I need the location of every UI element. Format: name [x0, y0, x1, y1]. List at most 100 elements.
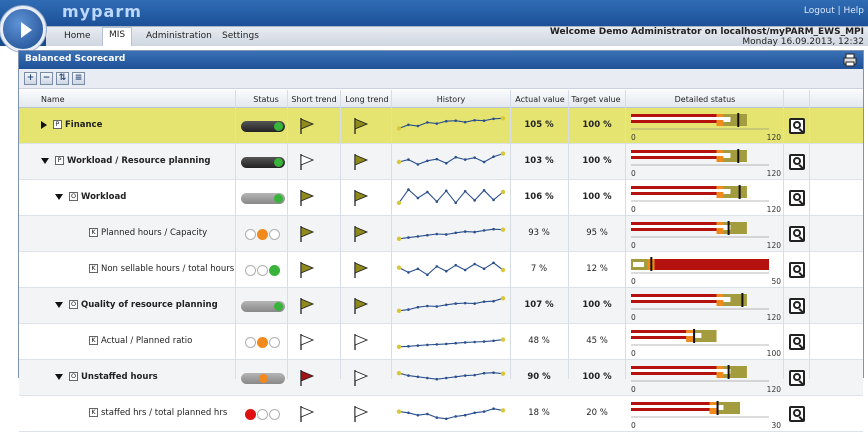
- history-point: [396, 265, 402, 270]
- collapse-all-button[interactable]: −: [40, 72, 53, 85]
- table-row[interactable]: P Workload / Resource planning 103 % 100 % 0…: [19, 144, 863, 180]
- col-detailed-status[interactable]: Detailed status: [625, 95, 785, 104]
- row-label: Workload: [81, 192, 127, 202]
- detailed-status-bar: [631, 365, 769, 382]
- collapse-icon[interactable]: [55, 373, 63, 380]
- history-point: [482, 340, 486, 343]
- table-row[interactable]: Kstaffed hrs / total planned hrs 18 % 20 %…: [19, 396, 863, 432]
- menu-home[interactable]: Home: [64, 31, 91, 47]
- status-dot: [274, 158, 283, 167]
- history-point: [473, 199, 476, 202]
- long-trend-flag-icon: [354, 370, 369, 386]
- print-icon[interactable]: [843, 53, 857, 67]
- expand-icon[interactable]: [41, 120, 47, 129]
- actual-value: 105 %: [524, 120, 554, 130]
- collapse-icon[interactable]: [41, 157, 49, 164]
- history-point: [396, 371, 402, 376]
- magnifier-icon[interactable]: [789, 298, 805, 314]
- history-sparkline: [396, 116, 506, 131]
- type-icon: K: [89, 228, 98, 237]
- magnifier-icon[interactable]: [789, 226, 805, 242]
- history-point: [396, 236, 402, 241]
- axis-max-label: 100: [766, 349, 781, 358]
- logout-help-links[interactable]: Logout | Help: [804, 6, 864, 16]
- table-row[interactable]: O Quality of resource planning 107 % 100 % 0…: [19, 288, 863, 324]
- details-cell: [783, 360, 809, 396]
- column-divider: [235, 90, 236, 379]
- actual-value: 18 %: [528, 408, 550, 418]
- toolbar: + − ⇅ ≡: [19, 69, 863, 89]
- magnifier-icon[interactable]: [789, 154, 805, 170]
- traffic-light: [245, 229, 281, 243]
- history-point: [473, 373, 476, 377]
- target-value: 100 %: [582, 372, 612, 382]
- history-point: [482, 300, 486, 303]
- history-point: [416, 413, 420, 417]
- welcome-info: Welcome Demo Administrator on localhost/…: [550, 27, 864, 47]
- history-point: [492, 198, 495, 202]
- status-indicator: [235, 288, 287, 324]
- magnifier-icon[interactable]: [789, 190, 805, 206]
- type-icon: K: [89, 408, 98, 417]
- col-target-value[interactable]: Target value: [566, 95, 626, 104]
- axis-max-label: 120: [766, 133, 781, 142]
- status-pill: [241, 193, 285, 204]
- table-row[interactable]: O Unstaffed hours 90 % 100 % 0 120: [19, 360, 863, 396]
- home-orb-button[interactable]: [0, 6, 46, 52]
- magnifier-icon[interactable]: [789, 118, 805, 134]
- history-sparkline: [396, 371, 506, 381]
- status-indicator: [235, 396, 287, 432]
- sort-button[interactable]: ⇅: [56, 72, 69, 85]
- history-point: [407, 308, 410, 311]
- collapse-icon[interactable]: [55, 193, 63, 200]
- col-short-trend[interactable]: Short trend: [285, 95, 343, 104]
- col-history[interactable]: History: [391, 95, 511, 104]
- row-name[interactable]: Kstaffed hrs / total planned hrs: [89, 408, 227, 444]
- table-row[interactable]: K Actual / Planned ratio 48 % 45 % 0 100: [19, 324, 863, 360]
- axis-min-label: 0: [631, 241, 636, 250]
- magnifier-icon[interactable]: [789, 406, 805, 422]
- actual-value: 107 %: [524, 300, 554, 310]
- table-row[interactable]: P Finance 105 % 100 % 0 120: [19, 108, 863, 144]
- menu-administration[interactable]: Administration: [146, 31, 212, 47]
- status-dot: [274, 302, 283, 311]
- history-point: [463, 189, 467, 193]
- axis-min-label: 0: [631, 277, 636, 286]
- history-sparkline: [396, 151, 506, 166]
- details-cell: [783, 180, 809, 216]
- history-point: [407, 411, 410, 415]
- expand-all-button[interactable]: +: [24, 72, 37, 85]
- history-point: [473, 340, 476, 344]
- table-row[interactable]: O Workload 106 % 100 % 0 120: [19, 180, 863, 216]
- col-actual-value[interactable]: Actual value: [510, 95, 570, 104]
- column-divider: [287, 90, 288, 379]
- history-sparkline: [396, 407, 506, 421]
- menu-settings[interactable]: Settings: [222, 31, 259, 47]
- row-label: staffed hrs / total planned hrs: [101, 408, 228, 418]
- traffic-light-dot: [269, 409, 280, 420]
- menu-mis[interactable]: MIS: [102, 27, 133, 46]
- history-point: [500, 267, 506, 273]
- history-point: [482, 160, 486, 164]
- list-button[interactable]: ≡: [72, 72, 85, 85]
- history-point: [454, 341, 458, 345]
- history-point: [500, 371, 506, 376]
- table-row[interactable]: K Planned hours / Capacity 93 % 95 % 0 120: [19, 216, 863, 252]
- target-value: 100 %: [582, 192, 612, 202]
- column-divider: [625, 90, 626, 379]
- magnifier-icon[interactable]: [789, 262, 805, 278]
- table-row[interactable]: K Non sellable hours / total hours 7 % 12 %…: [19, 252, 863, 288]
- col-long-trend[interactable]: Long trend: [339, 95, 395, 104]
- row-label: Unstaffed hours: [81, 372, 158, 382]
- history-point: [444, 376, 448, 380]
- long-trend-flag-icon: [354, 190, 369, 206]
- type-icon: P: [55, 156, 64, 165]
- traffic-light-dot: [257, 229, 268, 240]
- traffic-light: [245, 409, 281, 423]
- collapse-icon[interactable]: [55, 301, 63, 308]
- target-value: 45 %: [586, 336, 608, 346]
- col-name[interactable]: Name: [41, 95, 65, 104]
- history-point: [435, 157, 439, 161]
- magnifier-icon[interactable]: [789, 334, 805, 350]
- magnifier-icon[interactable]: [789, 370, 805, 386]
